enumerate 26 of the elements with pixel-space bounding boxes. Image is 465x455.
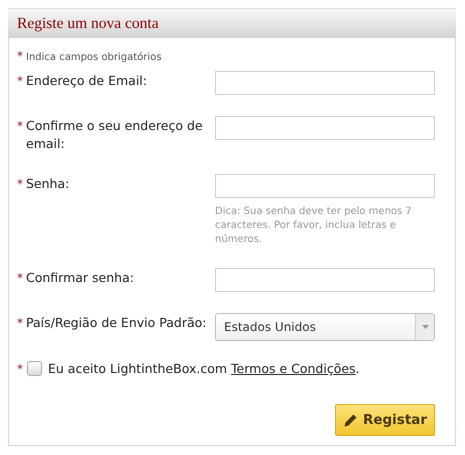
pencil-icon: [342, 412, 358, 428]
required-note: Indica campos obrigatórios: [26, 52, 162, 63]
country-select[interactable]: Estados Unidos: [215, 313, 435, 341]
terms-text: Eu aceito LightintheBox.com Termos e Condições.: [48, 361, 360, 376]
input-field[interactable]: [215, 174, 435, 198]
required-mark: *: [17, 74, 23, 88]
field-label: Endereço de Email:: [26, 72, 147, 90]
terms-checkbox[interactable]: [27, 361, 42, 376]
required-mark: *: [17, 49, 23, 63]
required-mark: *: [17, 271, 23, 285]
input-field[interactable]: [215, 268, 435, 292]
required-mark: *: [17, 177, 23, 191]
input-field[interactable]: [215, 116, 435, 140]
field-label: Confirme o seu endereço de email:: [26, 117, 204, 153]
required-mark: *: [17, 316, 23, 330]
terms-link[interactable]: Termos e Condições: [231, 361, 356, 376]
field-label: Confirmar senha:: [26, 269, 134, 287]
input-field[interactable]: [215, 71, 435, 95]
panel-title: Registe um nova conta: [17, 14, 159, 32]
required-mark: *: [17, 362, 23, 376]
field-label: País/Região de Envio Padrão:: [26, 314, 206, 332]
caret-icon: [422, 325, 428, 329]
password-hint: Dica: Sua senha deve ter pelo menos 7 caracteres. Por favor, inclua letras e números.: [215, 205, 413, 247]
register-button[interactable]: Registar: [335, 404, 435, 436]
required-mark: *: [17, 119, 23, 133]
field-label: Senha:: [26, 175, 70, 193]
